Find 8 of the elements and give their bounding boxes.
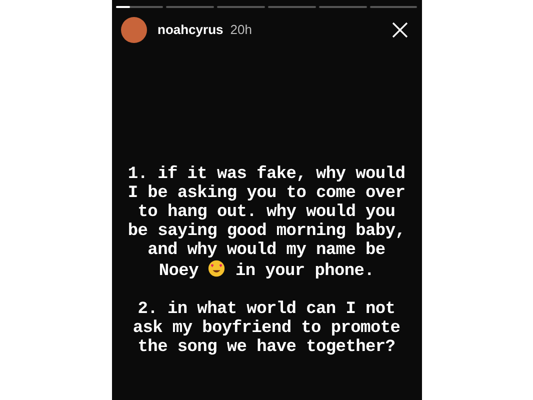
close-icon xyxy=(392,22,408,38)
username[interactable]: noahcyrus xyxy=(158,20,224,40)
heart-eyes-emoji-icon xyxy=(208,260,226,277)
story-text: 1. if it was fake, why would I be asking you to come over to hang out. why would you be saying good morning baby, and why would my name be Noey in your phone. xyxy=(128,165,406,281)
story-text: 2. in what world can I not ask my boyfriend to promote the song we have together? xyxy=(132,300,400,357)
close-button[interactable] xyxy=(390,21,408,39)
post-time: 20h xyxy=(230,21,252,40)
avatar[interactable] xyxy=(120,17,146,43)
